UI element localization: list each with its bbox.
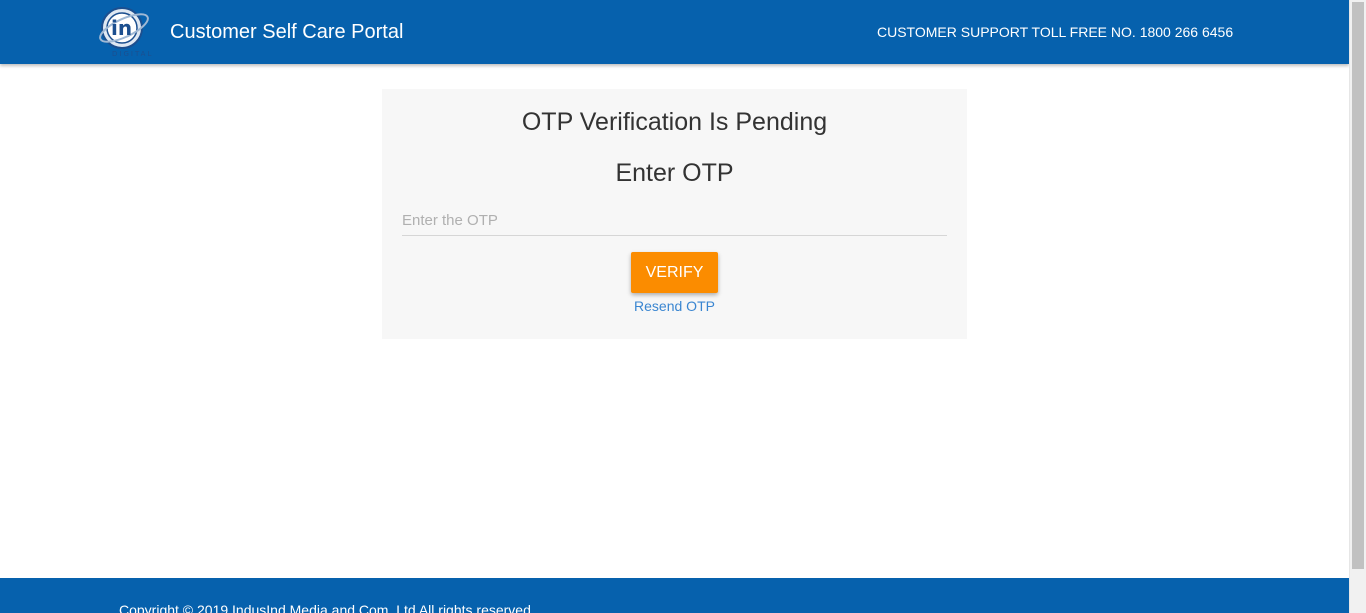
support-tollfree-text: CUSTOMER SUPPORT TOLL FREE NO. 1800 266 … bbox=[877, 24, 1234, 40]
otp-verification-card: OTP Verification Is Pending Enter OTP VE… bbox=[382, 89, 967, 339]
verify-button[interactable]: VERIFY bbox=[631, 252, 718, 293]
otp-pending-title: OTP Verification Is Pending bbox=[521, 108, 828, 136]
resend-otp-row: Resend OTP bbox=[382, 298, 967, 314]
viewport: in DIGITAL Customer Self Care Portal CUS… bbox=[0, 0, 1349, 613]
portal-title: Customer Self Care Portal bbox=[170, 21, 404, 43]
scrollbar-thumb[interactable] bbox=[1352, 2, 1364, 569]
page: in DIGITAL Customer Self Care Portal CUS… bbox=[0, 0, 1366, 613]
footer: Copyright © 2019 IndusInd Media and Com.… bbox=[0, 578, 1349, 613]
otp-input[interactable] bbox=[402, 205, 947, 236]
enter-otp-heading: Enter OTP bbox=[615, 159, 734, 187]
resend-otp-link[interactable]: Resend OTP bbox=[634, 298, 715, 314]
svg-text:in: in bbox=[111, 16, 132, 40]
in-digital-logo-icon[interactable]: in DIGITAL bbox=[96, 4, 152, 58]
top-header: in DIGITAL Customer Self Care Portal CUS… bbox=[0, 0, 1349, 64]
svg-text:DIGITAL: DIGITAL bbox=[112, 50, 152, 58]
vertical-scrollbar[interactable] bbox=[1349, 0, 1366, 613]
copyright-text: Copyright © 2019 IndusInd Media and Com.… bbox=[119, 602, 531, 613]
